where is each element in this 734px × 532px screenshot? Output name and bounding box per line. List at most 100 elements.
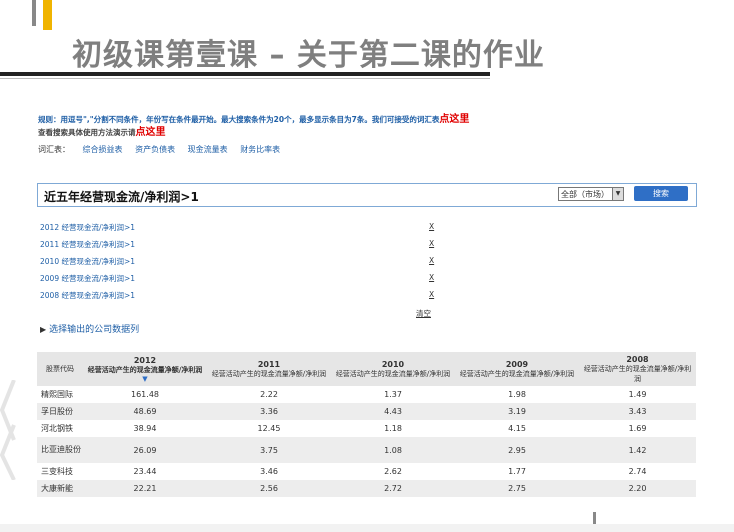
column-header-2012[interactable]: 2012 经营活动产生的现金流量净额/净利润 ▼ — [83, 352, 207, 386]
table-cell: 2.72 — [331, 480, 455, 497]
table-cell: 26.09 — [83, 437, 207, 463]
table-cell: 2.62 — [331, 463, 455, 480]
remove-condition-button[interactable]: X — [429, 239, 434, 248]
sort-desc-icon: ▼ — [142, 374, 148, 383]
column-header-2010[interactable]: 2010 经营活动产生的现金流量净额/净利润 — [331, 352, 455, 386]
select-columns-label: 选择输出的公司数据列 — [49, 325, 140, 335]
stock-name[interactable]: 比亚迪股份 — [37, 437, 83, 463]
table-cell: 4.15 — [455, 420, 579, 437]
header-label: 经营活动产生的现金流量净额/净利润 — [211, 369, 327, 378]
search-input[interactable]: 近五年经营现金流/净利润>1 全部（市场） ▼ 搜索 — [37, 183, 697, 207]
condition-item: 2010 经营现金流/净利润>1 X — [40, 256, 440, 273]
header-label: 经营活动产生的现金流量净额/净利润 — [87, 365, 203, 374]
market-select[interactable]: 全部（市场） ▼ — [558, 187, 624, 201]
header-year: 2011 — [257, 359, 281, 369]
column-header-2008[interactable]: 2008 经营活动产生的现金流量净额/净利润 — [579, 352, 696, 386]
condition-text[interactable]: 2010 经营现金流/净利润>1 — [40, 257, 135, 266]
chevron-down-icon: ▼ — [612, 188, 623, 200]
table-cell: 161.48 — [83, 386, 207, 403]
table-row: 大康新能 22.21 2.56 2.72 2.75 2.20 — [37, 480, 696, 497]
table-cell: 2.74 — [579, 463, 696, 480]
condition-text[interactable]: 2008 经营现金流/净利润>1 — [40, 291, 135, 300]
title-underline — [0, 72, 490, 76]
table-cell: 3.46 — [207, 463, 331, 480]
condition-text[interactable]: 2009 经营现金流/净利润>1 — [40, 274, 135, 283]
remove-condition-button[interactable]: X — [429, 222, 434, 231]
decorative-chevrons — [0, 380, 16, 480]
condition-item: 2011 经营现金流/净利润>1 X — [40, 239, 440, 256]
stock-name[interactable]: 大康新能 — [37, 480, 83, 497]
table-row: 孚日股份 48.69 3.36 4.43 3.19 3.43 — [37, 403, 696, 420]
remove-condition-button[interactable]: X — [429, 290, 434, 299]
header-year: 2009 — [505, 359, 529, 369]
title-underline-thin — [0, 78, 490, 79]
vocab-link-cashflow[interactable]: 现金流量表 — [188, 145, 228, 154]
header-label: 经营活动产生的现金流量净额/净利润 — [459, 369, 575, 378]
column-header-2009[interactable]: 2009 经营活动产生的现金流量净额/净利润 — [455, 352, 579, 386]
table-cell: 38.94 — [83, 420, 207, 437]
header-label: 经营活动产生的现金流量净额/净利润 — [583, 364, 692, 383]
table-cell: 2.20 — [579, 480, 696, 497]
stock-name[interactable]: 三变科技 — [37, 463, 83, 480]
market-select-value: 全部（市场） — [561, 190, 609, 199]
title-accent-bar-yellow — [43, 0, 52, 30]
condition-item: 2008 经营现金流/净利润>1 X — [40, 290, 440, 307]
condition-item: 2009 经营现金流/净利润>1 X — [40, 273, 440, 290]
vocab-link[interactable]: 点这里 — [439, 114, 469, 125]
clear-conditions-link[interactable]: 清空 — [416, 308, 431, 319]
column-header-2011[interactable]: 2011 经营活动产生的现金流量净额/净利润 — [207, 352, 331, 386]
stock-name[interactable]: 精熙国际 — [37, 386, 83, 403]
vocab-link-income[interactable]: 综合损益表 — [83, 145, 123, 154]
table-cell: 1.37 — [331, 386, 455, 403]
demo-link[interactable]: 点这里 — [136, 127, 166, 138]
rules-line2: 查看搜索具体使用方法演示请 — [38, 128, 136, 137]
vocab-link-ratios[interactable]: 财务比率表 — [240, 145, 280, 154]
header-label: 经营活动产生的现金流量净额/净利润 — [335, 369, 451, 378]
condition-text[interactable]: 2012 经营现金流/净利润>1 — [40, 223, 135, 232]
table-cell: 1.98 — [455, 386, 579, 403]
stock-name[interactable]: 孚日股份 — [37, 403, 83, 420]
header-label: 股票代码 — [46, 365, 74, 373]
table-cell: 1.77 — [455, 463, 579, 480]
table-row: 河北钢铁 38.94 12.45 1.18 4.15 1.69 — [37, 420, 696, 437]
bottom-border — [0, 524, 734, 532]
vocab-link-balance[interactable]: 资产负债表 — [135, 145, 175, 154]
slide-title: 初级课第壹课 – 关于第二课的作业 — [72, 38, 545, 73]
results-table: 股票代码 2012 经营活动产生的现金流量净额/净利润 ▼ 2011 经营活动产… — [37, 352, 696, 497]
table-row: 比亚迪股份 26.09 3.75 1.08 2.95 1.42 — [37, 437, 696, 463]
table-cell: 2.95 — [455, 437, 579, 463]
vocab-label: 词汇表： — [38, 145, 70, 154]
vocab-bar: 词汇表： 综合损益表 资产负债表 现金流量表 财务比率表 — [38, 144, 280, 155]
column-header-stock[interactable]: 股票代码 — [37, 352, 83, 386]
table-cell: 1.18 — [331, 420, 455, 437]
select-columns-toggle[interactable]: ▶ 选择输出的公司数据列 — [40, 322, 139, 335]
remove-condition-button[interactable]: X — [429, 273, 434, 282]
table-cell: 3.75 — [207, 437, 331, 463]
table-cell: 2.22 — [207, 386, 331, 403]
table-cell: 23.44 — [83, 463, 207, 480]
table-cell: 1.08 — [331, 437, 455, 463]
rules-line1: 规则：用逗号","分割不同条件，年份写在条件最开始。最大搜索条件为20个，最多显… — [38, 115, 440, 124]
search-query: 近五年经营现金流/净利润>1 — [44, 190, 199, 204]
table-cell: 2.56 — [207, 480, 331, 497]
title-accent-bar-gray — [32, 0, 36, 26]
table-cell: 3.19 — [455, 403, 579, 420]
header-year: 2010 — [381, 359, 405, 369]
remove-condition-button[interactable]: X — [429, 256, 434, 265]
table-cell: 1.69 — [579, 420, 696, 437]
table-cell: 4.43 — [331, 403, 455, 420]
search-button[interactable]: 搜索 — [634, 186, 688, 201]
table-cell: 2.75 — [455, 480, 579, 497]
search-rules: 规则：用逗号","分割不同条件，年份写在条件最开始。最大搜索条件为20个，最多显… — [38, 113, 469, 139]
header-year: 2008 — [626, 354, 649, 364]
table-header-row: 股票代码 2012 经营活动产生的现金流量净额/净利润 ▼ 2011 经营活动产… — [37, 352, 696, 386]
condition-text[interactable]: 2011 经营现金流/净利润>1 — [40, 240, 135, 249]
condition-item: 2012 经营现金流/净利润>1 X — [40, 222, 440, 239]
table-cell: 12.45 — [207, 420, 331, 437]
triangle-right-icon: ▶ — [40, 325, 47, 334]
condition-list: 2012 经营现金流/净利润>1 X 2011 经营现金流/净利润>1 X 20… — [40, 222, 440, 307]
table-row: 三变科技 23.44 3.46 2.62 1.77 2.74 — [37, 463, 696, 480]
table-cell: 48.69 — [83, 403, 207, 420]
stock-name[interactable]: 河北钢铁 — [37, 420, 83, 437]
table-cell: 3.43 — [579, 403, 696, 420]
